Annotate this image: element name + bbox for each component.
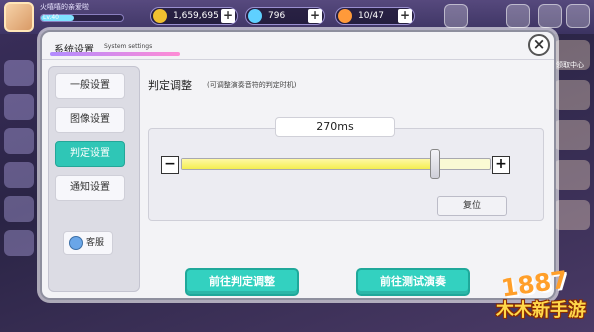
decrease-button[interactable]: − [161,156,179,174]
character-icon[interactable] [444,4,468,28]
menu-item-graphics[interactable]: 图像设置 [55,107,125,133]
add-energy-button[interactable]: + [398,9,412,23]
judgment-slider-track[interactable] [181,158,491,170]
settings-menu: 一般设置 图像设置 判定设置 通知设置 客服 [48,66,140,292]
menu-item-judgment[interactable]: 判定设置 [55,141,125,167]
site-watermark: 1887 木木新手游 [480,258,590,328]
energy-counter: 10/47 + [335,7,415,25]
judgment-value: 270ms [275,117,395,137]
add-coins-button[interactable]: + [221,9,235,23]
increase-button[interactable]: + [492,156,510,174]
coin-icon [153,9,167,23]
goto-test-play-button[interactable]: 前往测试演奏 [356,268,470,296]
side-left-item[interactable] [4,94,34,120]
menu-item-general[interactable]: 一般设置 [55,73,125,99]
right-side-menu [554,40,590,270]
customer-service-icon [69,236,83,250]
coins-value: 1,659,695 [173,11,219,21]
coins-counter: 1,659,695 + [150,7,238,25]
judgment-slider-fill [182,159,435,169]
watermark-text: 木木新手游 [496,300,586,321]
customer-service-label: 客服 [86,238,105,248]
title-underline-decoration [50,52,180,56]
menu-icon[interactable] [566,4,590,28]
left-side-menu [4,60,34,270]
energy-value: 10/47 [358,11,384,21]
mail-icon[interactable] [506,4,530,28]
diamonds-counter: 796 + [245,7,325,25]
player-name: 火嘻嘻的亲爱啦 [40,3,89,11]
diamonds-value: 796 [268,11,286,21]
dialog-subtitle: System settings [104,43,153,50]
side-left-item[interactable] [4,128,34,154]
system-settings-dialog: 系统设置 System settings × 一般设置 图像设置 判定设置 通知… [40,30,556,300]
side-left-item[interactable] [4,162,34,188]
side-left-item[interactable] [4,230,34,256]
judgment-slider-thumb[interactable] [430,149,441,179]
level-text: Lv.40 [43,14,59,21]
section-title: 判定调整 [148,79,192,92]
close-button[interactable]: × [528,34,550,56]
diamond-icon [248,9,262,23]
settings-gear-icon[interactable] [538,4,562,28]
level-bar: Lv.40 [40,14,124,22]
customer-service-button[interactable]: 客服 [63,231,113,255]
side-right-item[interactable] [554,120,590,150]
section-note: (可调整演奏音符的判定时机) [207,81,297,89]
side-right-item[interactable] [554,200,590,230]
side-left-item[interactable] [4,60,34,86]
menu-item-notifications[interactable]: 通知设置 [55,175,125,201]
dialog-header: 系统设置 System settings × [42,32,554,60]
reward-center-label: 领取中心 [556,61,584,69]
side-right-item[interactable] [554,80,590,110]
goto-judgment-adjust-button[interactable]: 前往判定调整 [185,268,299,296]
add-diamonds-button[interactable]: + [308,9,322,23]
side-right-item[interactable] [554,160,590,190]
energy-icon [338,9,352,23]
side-left-item[interactable] [4,196,34,222]
reset-button[interactable]: 复位 [437,196,507,216]
player-avatar[interactable] [4,2,34,32]
